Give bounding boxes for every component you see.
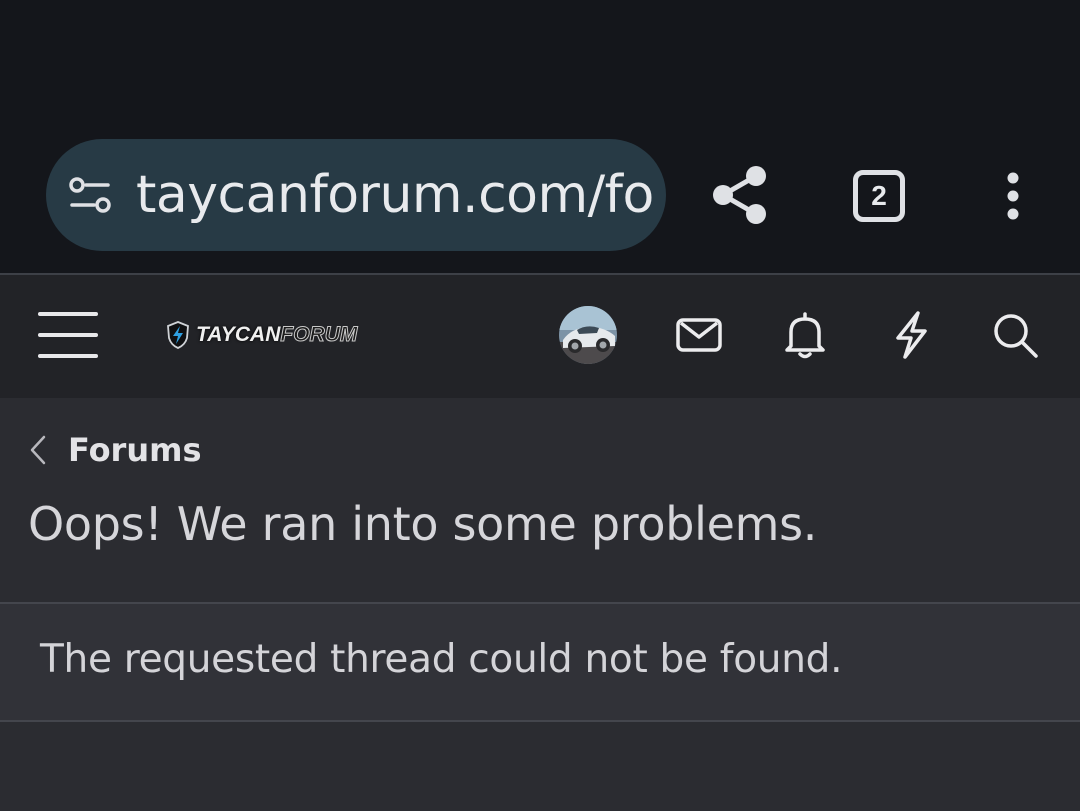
tab-count: 2 (871, 180, 887, 211)
bolt-icon[interactable] (886, 310, 936, 360)
breadcrumb-forums-link[interactable]: Forums (68, 431, 202, 469)
browser-toolbar: taycanforum.com/fo 2 (0, 0, 1080, 273)
tab-switcher-button[interactable]: 2 (853, 170, 905, 222)
share-icon[interactable] (710, 165, 768, 225)
search-icon[interactable] (990, 310, 1040, 360)
address-bar[interactable]: taycanforum.com/fo (46, 139, 666, 251)
site-settings-icon[interactable] (68, 175, 112, 215)
chevron-left-icon (30, 435, 46, 465)
page-content: Forums Oops! We ran into some problems. … (0, 398, 1080, 811)
logo-text-forum: FORUM (280, 323, 358, 347)
more-vert-icon[interactable] (998, 170, 1028, 222)
page-title: Oops! We ran into some problems. (28, 497, 818, 551)
error-message-block: The requested thread could not be found. (0, 602, 1080, 722)
mail-icon[interactable] (674, 310, 724, 360)
lightning-shield-icon (167, 321, 189, 349)
avatar[interactable] (559, 306, 617, 364)
error-message: The requested thread could not be found. (40, 637, 843, 682)
url-text[interactable]: taycanforum.com/fo (136, 165, 654, 225)
breadcrumb[interactable]: Forums (26, 428, 202, 472)
avatar-car-image (559, 306, 617, 364)
site-header: TAYCAN FORUM (0, 275, 1080, 398)
menu-icon[interactable] (38, 310, 98, 360)
bell-icon[interactable] (780, 310, 830, 360)
logo-text-taycan: TAYCAN (196, 323, 281, 346)
site-logo[interactable]: TAYCAN FORUM (166, 320, 358, 350)
